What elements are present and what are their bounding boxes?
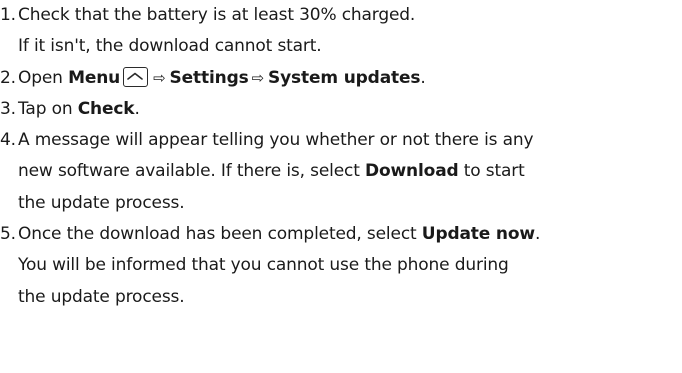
step-4-text: new software available. If there is, sel…: [18, 161, 365, 182]
period: .: [420, 67, 426, 88]
arrow-right-icon: ⇨: [251, 68, 265, 87]
step-5-line-3: the update process.: [18, 286, 185, 307]
step-number: 4.: [0, 130, 16, 151]
check-label: Check: [77, 98, 135, 119]
step-number: 2.: [0, 67, 16, 88]
step-4-line-2: new software available. If there is, sel…: [18, 156, 682, 187]
menu-key-icon: [123, 66, 149, 87]
update-now-label: Update now: [421, 224, 535, 245]
period: .: [134, 98, 140, 119]
step-2-text: Open: [18, 67, 69, 88]
step-1: 1. Check that the battery is at least 30…: [0, 0, 682, 63]
system-updates-label: System updates: [268, 67, 421, 88]
step-3: 3. Tap on Check.: [0, 94, 682, 125]
step-4: 4. A message will appear telling you whe…: [0, 125, 682, 219]
arrow-right-icon: ⇨: [153, 68, 166, 87]
step-4-line-1: A message will appear telling you whethe…: [18, 130, 534, 151]
menu-label: Menu: [68, 67, 121, 88]
step-5-text: Once the download has been completed, se…: [18, 224, 422, 245]
step-number: 1.: [0, 5, 16, 25]
steps-list: 1. Check that the battery is at least 30…: [0, 0, 682, 313]
instructions-document: 1. Check that the battery is at least 30…: [0, 0, 682, 373]
step-4-line-3: the update process.: [18, 192, 185, 213]
step-5-line-2: You will be informed that you cannot use…: [18, 255, 509, 276]
step-1-line-1: Check that the battery is at least 30% c…: [18, 5, 416, 25]
step-1-line-2: If it isn't, the download cannot start.: [18, 36, 322, 57]
step-5: 5. Once the download has been completed,…: [0, 219, 682, 313]
settings-label: Settings: [169, 67, 249, 88]
step-3-text: Tap on: [18, 98, 78, 119]
step-2: 2. Open Menu ⇨ Settings ⇨ System updates.: [0, 63, 682, 94]
step-number: 3.: [0, 98, 16, 119]
download-label: Download: [364, 161, 459, 182]
step-5-line-1: Once the download has been completed, se…: [18, 219, 682, 250]
step-number: 5.: [0, 224, 16, 245]
step-4-text-end: to start: [458, 161, 525, 182]
period: .: [534, 224, 541, 245]
